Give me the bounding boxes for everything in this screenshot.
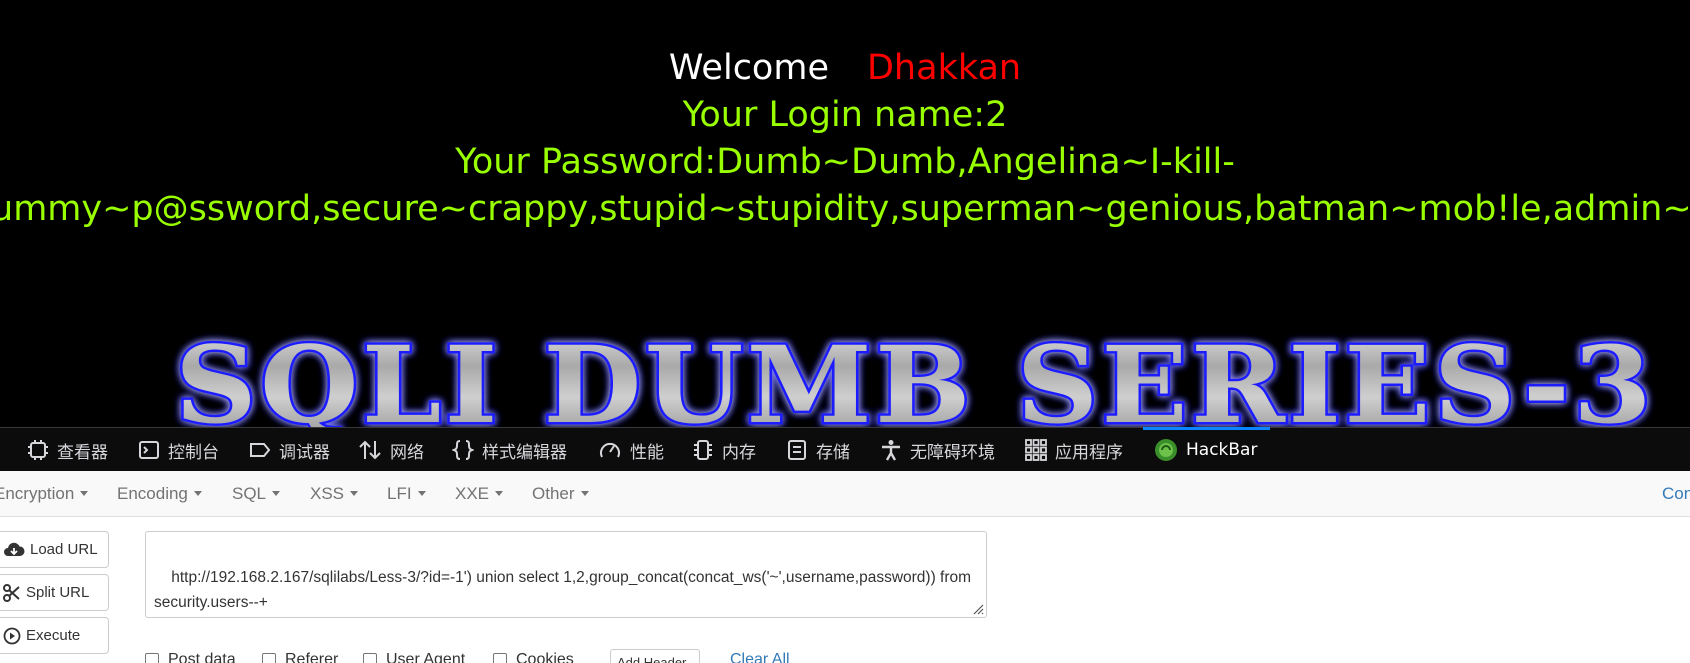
menu-label: XXE bbox=[455, 484, 490, 503]
menu-encoding[interactable]: Encoding bbox=[117, 484, 202, 504]
hackbar-panel: Encryption Encoding SQL XSS LFI XXE Othe… bbox=[0, 471, 1690, 663]
tab-label: HackBar bbox=[1186, 440, 1258, 460]
tab-accessibility[interactable]: 无障碍环境 bbox=[880, 428, 995, 472]
password-line-1: Your Password:Dumb~Dumb,Angelina~I-kill- bbox=[455, 142, 1235, 182]
tab-debugger[interactable]: 调试器 bbox=[249, 428, 330, 472]
post-data-checkbox[interactable] bbox=[145, 653, 159, 663]
menu-label: SQL bbox=[232, 484, 267, 503]
tab-style-editor[interactable]: 样式编辑器 bbox=[452, 428, 567, 472]
option-label: Post data bbox=[168, 651, 236, 663]
add-header-button[interactable]: Add Header bbox=[610, 649, 700, 663]
user-agent-option[interactable]: User Agent bbox=[363, 651, 465, 663]
contribute-link[interactable]: Con bbox=[1662, 484, 1690, 504]
chevron-down-icon bbox=[272, 491, 281, 496]
button-label: Load URL bbox=[30, 541, 98, 558]
referer-checkbox[interactable] bbox=[262, 653, 276, 663]
welcome-username: Dhakkan bbox=[866, 48, 1022, 88]
load-url-button[interactable]: Load URL bbox=[0, 531, 109, 568]
tab-hackbar[interactable]: HackBar bbox=[1154, 428, 1257, 472]
inspector-icon bbox=[28, 440, 48, 460]
post-data-option[interactable]: Post data bbox=[145, 651, 236, 663]
tab-network[interactable]: 网络 bbox=[358, 428, 424, 472]
devtools-tab-bar: 查看器 控制台 调试器 网络 样式编辑器 性能 内存 存储 无障碍环境 应用程序 bbox=[0, 427, 1690, 471]
login-name-line: Your Login name:2 bbox=[682, 95, 1008, 135]
play-circle-icon bbox=[3, 627, 21, 644]
chevron-down-icon bbox=[495, 491, 504, 496]
menu-xss[interactable]: XSS bbox=[310, 484, 359, 504]
chevron-down-icon bbox=[350, 491, 359, 496]
menu-label: XSS bbox=[310, 484, 345, 503]
welcome-message: Welcome Dhakkan bbox=[0, 48, 1690, 88]
cookies-checkbox[interactable] bbox=[493, 653, 507, 663]
tab-label: 查看器 bbox=[57, 442, 108, 463]
split-url-button[interactable]: Split URL bbox=[0, 574, 109, 611]
tab-storage[interactable]: 存储 bbox=[786, 428, 850, 472]
tab-performance[interactable]: 性能 bbox=[598, 428, 664, 472]
tab-label: 无障碍环境 bbox=[910, 442, 995, 463]
tab-label: 样式编辑器 bbox=[482, 442, 567, 463]
cookies-option[interactable]: Cookies bbox=[493, 651, 574, 663]
devtools-pick-element-icon[interactable] bbox=[0, 428, 12, 472]
tab-console[interactable]: 控制台 bbox=[138, 428, 219, 472]
tab-label: 网络 bbox=[390, 442, 424, 463]
performance-icon bbox=[600, 442, 620, 458]
sqli-banner-image: SQLI DUMB SERIES-3 bbox=[173, 320, 1655, 428]
memory-icon bbox=[694, 440, 712, 460]
button-label: Split URL bbox=[26, 584, 90, 601]
referer-option[interactable]: Referer bbox=[262, 651, 338, 663]
url-textarea[interactable]: http://192.168.2.167/sqlilabs/Less-3/?id… bbox=[145, 531, 987, 618]
welcome-word: Welcome bbox=[668, 48, 829, 88]
style-editor-icon bbox=[452, 440, 474, 460]
tab-label: 控制台 bbox=[168, 442, 219, 463]
hackbar-icon bbox=[1155, 439, 1177, 461]
tab-label: 性能 bbox=[630, 442, 664, 463]
tab-label: 存储 bbox=[816, 442, 850, 463]
scissors-icon bbox=[3, 583, 20, 602]
tab-memory[interactable]: 内存 bbox=[692, 428, 756, 472]
menu-encryption[interactable]: Encryption bbox=[0, 484, 89, 504]
password-line-2: you,Dummy~p@ssword,secure~crappy,stupid~… bbox=[0, 189, 1690, 229]
tab-label: 内存 bbox=[722, 442, 756, 463]
application-icon bbox=[1025, 439, 1047, 461]
chevron-down-icon bbox=[193, 491, 202, 496]
menu-label: Other bbox=[532, 484, 575, 503]
menu-xxe[interactable]: XXE bbox=[455, 484, 504, 504]
request-options: Post data Referer User Agent Cookies Add… bbox=[145, 649, 845, 663]
execute-button[interactable]: Execute bbox=[0, 617, 109, 654]
tab-inspector[interactable]: 查看器 bbox=[27, 428, 108, 472]
clear-all-link[interactable]: Clear All bbox=[730, 651, 790, 663]
menu-label: Encoding bbox=[117, 484, 188, 503]
menu-sql[interactable]: SQL bbox=[232, 484, 281, 504]
cloud-download-icon bbox=[4, 542, 25, 556]
option-label: User Agent bbox=[386, 651, 466, 663]
page-content: Welcome Dhakkan Your Login name:2 Your Pa… bbox=[0, 0, 1690, 427]
tab-label: 应用程序 bbox=[1055, 442, 1123, 463]
hackbar-menu-bar: Encryption Encoding SQL XSS LFI XXE Othe… bbox=[0, 471, 1690, 517]
chevron-down-icon bbox=[80, 491, 89, 496]
button-label: Execute bbox=[26, 627, 81, 644]
menu-lfi[interactable]: LFI bbox=[387, 484, 426, 504]
tab-application[interactable]: 应用程序 bbox=[1025, 428, 1123, 472]
chevron-down-icon bbox=[417, 491, 426, 496]
menu-label: Encryption bbox=[0, 484, 75, 503]
console-icon bbox=[139, 441, 159, 459]
storage-icon bbox=[788, 440, 806, 460]
network-icon bbox=[359, 440, 381, 460]
menu-other[interactable]: Other bbox=[532, 484, 589, 504]
menu-label: LFI bbox=[387, 484, 412, 503]
user-agent-checkbox[interactable] bbox=[363, 653, 377, 663]
accessibility-icon bbox=[882, 440, 900, 461]
tab-label: 调试器 bbox=[279, 442, 330, 463]
resize-grip-icon[interactable] bbox=[970, 601, 984, 615]
url-value: http://192.168.2.167/sqlilabs/Less-3/?id… bbox=[154, 569, 976, 611]
debugger-icon bbox=[250, 443, 271, 457]
banner-text: SQLI DUMB SERIES-3 bbox=[175, 322, 1655, 427]
option-label: Referer bbox=[285, 651, 339, 663]
option-label: Cookies bbox=[516, 651, 574, 663]
active-tab-indicator bbox=[1143, 427, 1270, 430]
chevron-down-icon bbox=[580, 491, 589, 496]
